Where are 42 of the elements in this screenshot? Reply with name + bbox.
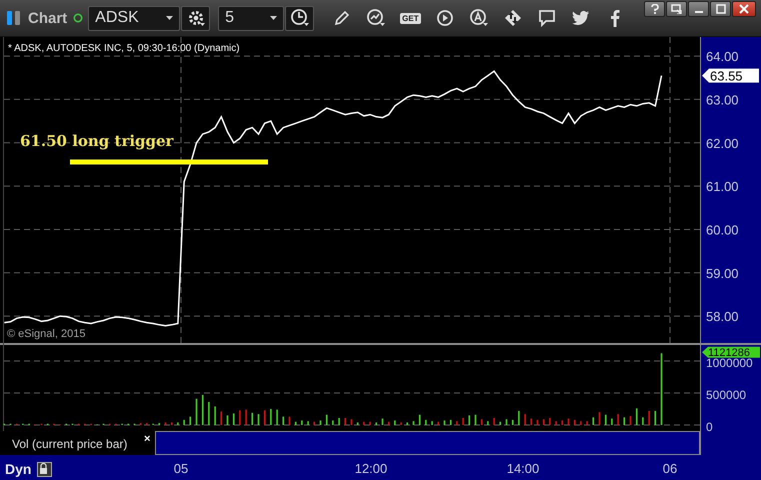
legend-close-button[interactable]: × xyxy=(144,433,150,445)
maximize-icon[interactable] xyxy=(710,1,731,17)
comment-icon[interactable] xyxy=(536,7,557,29)
settings-button[interactable] xyxy=(181,6,210,30)
trigger-label: 61.50 long trigger xyxy=(20,132,174,150)
get-button[interactable]: GET xyxy=(400,12,421,24)
x-axis-label: 14:00 xyxy=(506,461,540,476)
lock-icon[interactable] xyxy=(37,462,52,477)
caret-icon xyxy=(270,16,278,20)
close-icon[interactable] xyxy=(732,1,756,17)
chart-title: * ADSK, AUTODESK INC, 5, 09:30-16:00 (Dynamic) xyxy=(8,43,240,54)
swap-arrows-icon[interactable] xyxy=(502,7,523,29)
y-axis-label: 60.00 xyxy=(706,222,739,238)
last-price-badge: 63.55 xyxy=(702,68,759,84)
legend-label: Vol (current price bar) xyxy=(12,437,128,451)
status-circle-icon xyxy=(73,13,84,23)
caret-icon xyxy=(166,16,174,20)
y-axis-label: 64.00 xyxy=(706,49,739,64)
y-axis-label: 61.00 xyxy=(706,179,739,194)
y-axis-label: 62.00 xyxy=(706,136,739,151)
symbol-field[interactable]: ADSK xyxy=(88,6,180,30)
last-volume-badge: 1121286 xyxy=(702,346,760,360)
y-axis-label: 0 xyxy=(706,420,713,434)
interval-field[interactable]: 5 xyxy=(218,6,284,30)
x-axis-label: 05 xyxy=(174,461,188,476)
window-layout-icon[interactable] xyxy=(666,1,687,17)
x-axis-label: 06 xyxy=(662,461,678,476)
y-axis-label: 63.00 xyxy=(706,92,739,108)
y-axis-label: 500000 xyxy=(706,388,746,402)
clock-button[interactable] xyxy=(285,6,314,30)
x-axis-label: 12:00 xyxy=(354,461,388,476)
help-icon[interactable] xyxy=(644,1,665,17)
clock-icon xyxy=(290,8,310,28)
chart-logo-icon xyxy=(6,11,22,25)
copyright-text: © eSignal, 2015 xyxy=(7,328,86,340)
minimize-icon[interactable] xyxy=(688,1,709,17)
y-axis-label: 59.00 xyxy=(706,266,739,281)
gear-icon xyxy=(186,9,205,27)
time-mode-label: Dyn xyxy=(5,461,32,477)
y-axis-label: 58.00 xyxy=(706,309,739,324)
play-icon[interactable] xyxy=(434,7,455,29)
window-title: Chart xyxy=(28,10,68,26)
